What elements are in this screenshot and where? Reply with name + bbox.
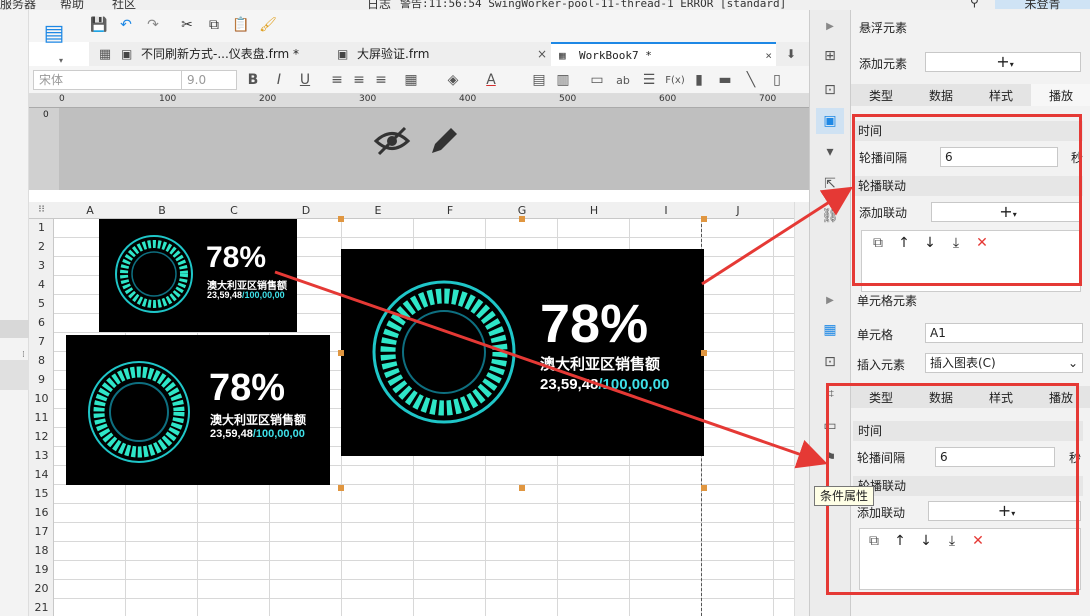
- arrow-to-cell-panel: [274, 270, 828, 469]
- annotation-arrows: [274, 186, 854, 469]
- arrow-to-float-panel: [701, 186, 854, 286]
- tooltip: 条件属性: [814, 486, 874, 506]
